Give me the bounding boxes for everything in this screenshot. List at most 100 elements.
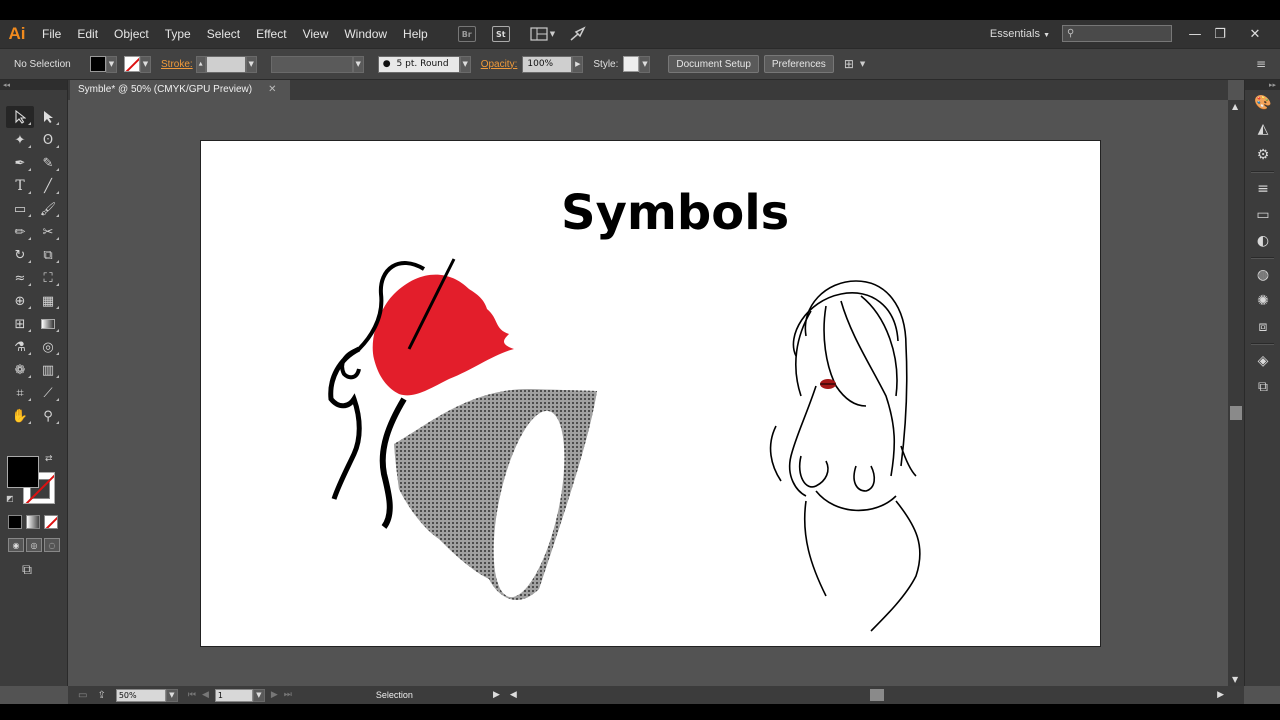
stock-icon[interactable]: St (491, 26, 510, 42)
column-graph-tool-icon[interactable]: ▥ (34, 359, 62, 381)
gradient-mode-icon[interactable] (26, 515, 40, 529)
transparency-panel-icon[interactable]: ◐ (1245, 228, 1280, 254)
curvature-tool-icon[interactable]: ✎ (34, 152, 62, 174)
swap-fill-stroke-icon[interactable]: ⇄ (45, 454, 53, 464)
artboard-dropdown-icon[interactable]: ▼ (252, 688, 265, 702)
draw-behind-icon[interactable]: ◎ (26, 538, 42, 552)
scale-tool-icon[interactable]: ⧉ (34, 244, 62, 266)
search-input[interactable]: ⚲ (1062, 25, 1172, 42)
artboard-tool-icon[interactable]: ⌗ (6, 382, 34, 404)
menu-effect[interactable]: Effect (248, 20, 294, 48)
scroll-up-icon[interactable]: ▲ (1232, 102, 1238, 111)
opacity-input[interactable]: 100% (522, 55, 573, 73)
graphic-style-swatch[interactable] (623, 56, 640, 72)
screen-mode-icon[interactable]: ⧉ (22, 562, 32, 578)
free-transform-tool-icon[interactable]: ⛶ (34, 267, 62, 289)
zoom-level-input[interactable]: 50% (115, 688, 166, 702)
vertical-scrollbar[interactable]: ▲ ▼ (1228, 100, 1244, 686)
brush-dropdown-icon[interactable]: ▼ (459, 55, 471, 73)
symbols-panel-icon[interactable]: ⧈ (1245, 314, 1280, 340)
bridge-icon[interactable]: Br (457, 26, 476, 42)
eyedropper-tool-icon[interactable]: ⚗ (6, 336, 34, 358)
appearance-panel-icon[interactable]: ◍ (1245, 262, 1280, 288)
color-panel-icon[interactable]: 🎨 (1245, 90, 1280, 116)
graphic-styles-icon[interactable]: ✺ (1245, 288, 1280, 314)
document-setup-button[interactable]: Document Setup (668, 55, 759, 73)
pencil-tool-icon[interactable]: ✏ (6, 221, 34, 243)
line-art-woman-artwork[interactable] (756, 276, 956, 646)
scroll-left-icon[interactable]: ◀ (510, 690, 517, 700)
symbol-sprayer-tool-icon[interactable]: ❁ (6, 359, 34, 381)
menu-file[interactable]: File (34, 20, 69, 48)
close-button[interactable]: ✕ (1240, 20, 1270, 48)
direct-selection-tool-icon[interactable] (34, 106, 62, 128)
selection-tool-icon[interactable] (6, 106, 34, 128)
line-segment-tool-icon[interactable]: ╱ (34, 175, 62, 197)
artboards-panel-icon[interactable]: ⧉ (1245, 374, 1280, 400)
width-tool-icon[interactable]: ≈ (6, 267, 34, 289)
default-fill-stroke-icon[interactable]: ◩ (6, 494, 14, 503)
zoom-tool-icon[interactable]: ⚲ (34, 405, 62, 427)
draw-inside-icon[interactable]: ◌ (44, 538, 60, 552)
artboard[interactable]: Symbols (200, 140, 1101, 647)
gradient-panel-icon[interactable]: ▭ (1245, 202, 1280, 228)
menu-type[interactable]: Type (157, 20, 199, 48)
stroke-weight-dropdown-icon[interactable]: ▼ (245, 55, 257, 73)
document-tab[interactable]: Symble* @ 50% (CMYK/GPU Preview) ✕ (70, 80, 290, 100)
brush-definition[interactable]: ● 5 pt. Round (377, 55, 460, 73)
stroke-label[interactable]: Stroke: (161, 59, 193, 70)
variable-width-profile[interactable] (270, 55, 353, 73)
workspace-switcher[interactable]: Essentials ▼ (990, 20, 1050, 50)
color-mode-icon[interactable] (8, 515, 22, 529)
menu-view[interactable]: View (295, 20, 337, 48)
style-dropdown-icon[interactable]: ▼ (639, 55, 651, 73)
stroke-dropdown-icon[interactable]: ▼ (140, 55, 151, 73)
menu-window[interactable]: Window (336, 20, 395, 48)
share-icon[interactable]: ⇪ (97, 690, 105, 701)
scissors-tool-icon[interactable]: ✂ (34, 221, 62, 243)
status-menu-icon[interactable]: ▶ (493, 690, 500, 700)
hand-tool-icon[interactable]: ✋ (6, 405, 34, 427)
restore-button[interactable]: ❐ (1205, 20, 1235, 48)
arrange-documents-icon[interactable]: ▼ (530, 27, 555, 41)
gpu-performance-icon[interactable] (569, 26, 587, 42)
rotate-tool-icon[interactable]: ↻ (6, 244, 34, 266)
stroke-swatch[interactable] (124, 56, 140, 72)
blend-tool-icon[interactable]: ◎ (34, 336, 62, 358)
artboard-number-input[interactable]: 1 (214, 688, 253, 702)
prev-artboard-icon[interactable]: ◀ (202, 690, 209, 700)
fill-color-icon[interactable] (7, 456, 39, 488)
preferences-button[interactable]: Preferences (763, 55, 834, 73)
fill-swatch[interactable] (90, 56, 106, 72)
align-options-icon[interactable]: ⊞ (844, 57, 854, 71)
dock-expand-icon[interactable]: ▸▸ (1245, 80, 1280, 90)
last-artboard-icon[interactable]: ⏭ (284, 690, 292, 700)
tab-close-icon[interactable]: ✕ (268, 84, 276, 95)
draw-normal-icon[interactable]: ◉ (8, 538, 24, 552)
artboard-title-text[interactable]: Symbols (561, 185, 789, 241)
none-mode-icon[interactable] (44, 515, 58, 529)
gradient-tool-icon[interactable] (34, 313, 62, 335)
menu-object[interactable]: Object (106, 20, 157, 48)
next-artboard-icon[interactable]: ▶ (271, 690, 278, 700)
canvas-area[interactable]: Symbols (68, 100, 1228, 686)
paintbrush-tool-icon[interactable]: 🖌 (34, 198, 62, 220)
type-tool-icon[interactable]: T (6, 175, 34, 197)
horizontal-scroll-thumb[interactable] (870, 689, 884, 701)
vertical-scroll-thumb[interactable] (1230, 406, 1242, 420)
menu-help[interactable]: Help (395, 20, 436, 48)
color-guide-icon[interactable]: ◭ (1245, 116, 1280, 142)
layers-panel-icon[interactable]: ◈ (1245, 348, 1280, 374)
stroke-panel-icon[interactable]: ≡ (1245, 176, 1280, 202)
magic-wand-tool-icon[interactable]: ✦ (6, 129, 34, 151)
zoom-dropdown-icon[interactable]: ▼ (165, 688, 178, 702)
swatches-panel-icon[interactable]: ⚙ (1245, 142, 1280, 168)
stroke-stepper-icon[interactable]: ▲ (195, 55, 206, 73)
shape-builder-tool-icon[interactable]: ⊕ (6, 290, 34, 312)
slice-tool-icon[interactable]: ⟋ (34, 382, 62, 404)
mesh-tool-icon[interactable]: ⊞ (6, 313, 34, 335)
scroll-down-icon[interactable]: ▼ (1232, 675, 1238, 684)
align-dropdown-icon[interactable]: ▼ (860, 60, 865, 68)
opacity-label[interactable]: Opacity: (481, 59, 518, 70)
fill-stroke-widget[interactable]: ⇄ ◩ (6, 454, 59, 508)
